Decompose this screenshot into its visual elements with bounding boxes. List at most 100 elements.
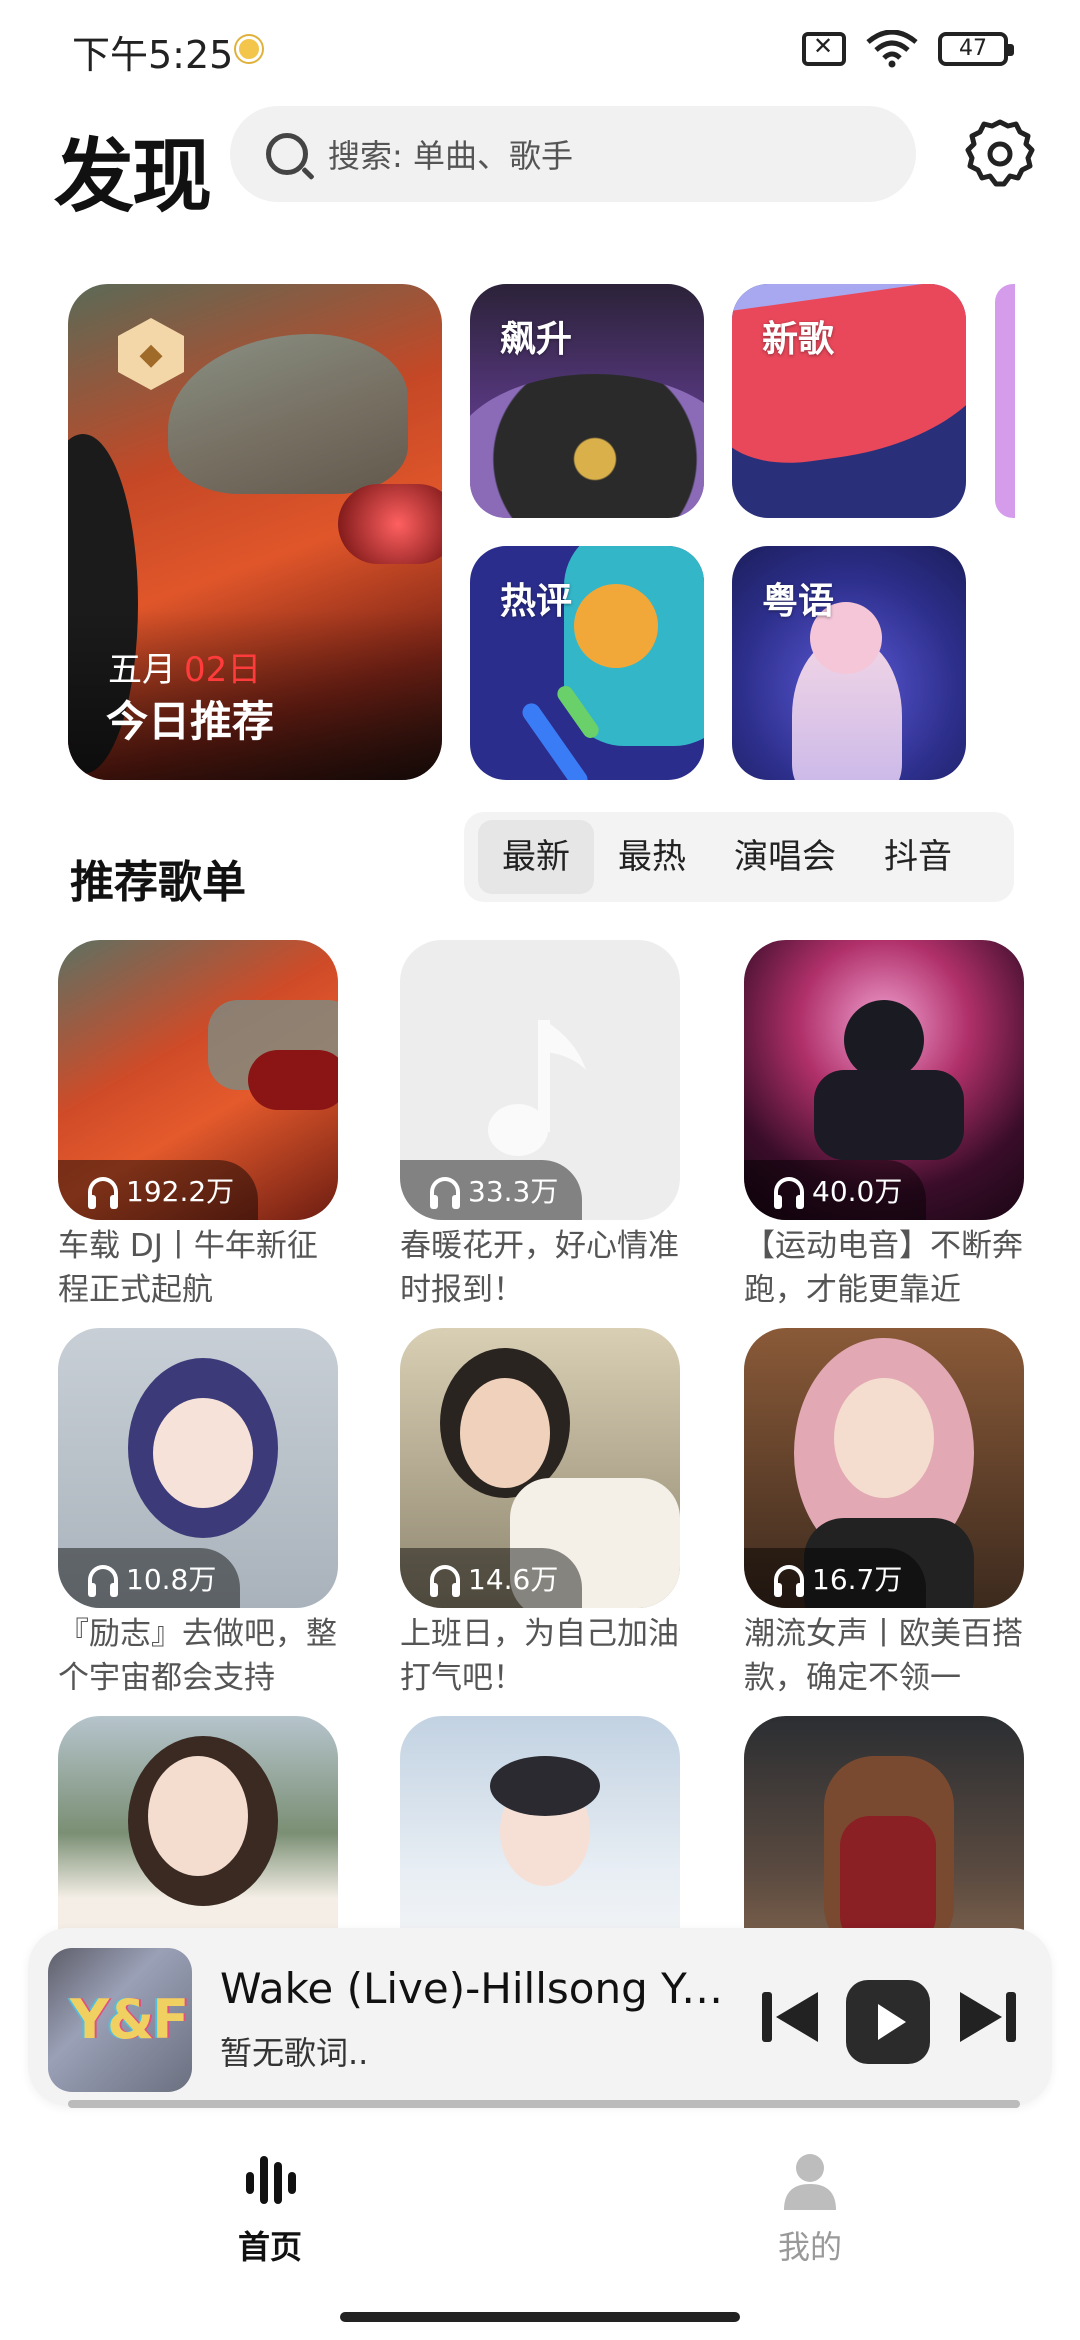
diamond-badge-icon: ◆ <box>118 318 184 390</box>
chart-tile-cantonese[interactable]: 粤语 <box>732 546 966 780</box>
playlist-cover: 40.0万 <box>744 940 1024 1220</box>
wifi-icon <box>866 30 918 68</box>
daily-title: 今日推荐 <box>106 697 275 746</box>
turntable-image <box>470 374 704 518</box>
chart-tile-rising[interactable]: 飙升 <box>470 284 704 518</box>
settings-gear-icon[interactable] <box>962 116 1038 192</box>
play-count-value: 10.8万 <box>126 1563 217 1596</box>
headphone-icon <box>430 1177 460 1209</box>
cover-face <box>153 1398 253 1508</box>
section-title: 推荐歌单 <box>70 857 246 908</box>
play-count: 33.3万 <box>400 1160 583 1220</box>
now-playing-cover-text: Y&F <box>70 1988 189 2051</box>
now-playing-title: Wake (Live)-Hillsong Yo... <box>220 1964 740 2013</box>
headphone-icon <box>430 1565 460 1597</box>
daily-month: 五月 <box>108 650 176 690</box>
now-playing-cover: Y&F <box>48 1948 192 2092</box>
play-count-value: 16.7万 <box>812 1563 903 1596</box>
headphone-icon <box>88 1565 118 1597</box>
nav-home-label: 首页 <box>237 2228 302 2266</box>
cover-face <box>460 1378 550 1488</box>
no-sim-icon <box>802 32 846 66</box>
playlist-card[interactable]: 14.6万 上班日，为自己加油打气吧！ <box>400 1328 680 1700</box>
tab-concert[interactable]: 演唱会 <box>710 820 860 894</box>
play-button[interactable] <box>846 1980 930 2064</box>
gesture-home-bar[interactable] <box>340 2312 740 2322</box>
tile-label-cantonese: 粤语 <box>762 581 835 622</box>
nav-me[interactable]: 我的 <box>760 2150 860 2268</box>
play-count: 14.6万 <box>400 1548 583 1608</box>
playlist-card[interactable]: 10.8万 『励志』去做吧，整个宇宙都会支持 <box>58 1328 338 1700</box>
play-count-value: 192.2万 <box>126 1175 235 1208</box>
headphone-icon <box>88 1177 118 1209</box>
playlist-title: 【运动电音】不断奔跑，才能更靠近 <box>744 1228 1023 1308</box>
playlist-card[interactable]: 192.2万 车载 DJ丨牛年新征程正式起航 <box>58 940 338 1312</box>
cover-face <box>834 1378 934 1498</box>
daily-date: 五月 02日 <box>108 642 261 691</box>
playlist-card[interactable]: 16.7万 潮流女声丨欧美百搭款，确定不领一 <box>744 1328 1024 1700</box>
playlist-cover: 10.8万 <box>58 1328 338 1608</box>
chart-tile-peek[interactable] <box>995 284 1015 518</box>
playlist-title: 上班日，为自己加油打气吧！ <box>400 1616 679 1696</box>
play-count: 10.8万 <box>58 1548 241 1608</box>
play-count: 16.7万 <box>744 1548 927 1608</box>
tab-douyin[interactable]: 抖音 <box>860 820 976 894</box>
play-count-value: 33.3万 <box>468 1175 559 1208</box>
status-bar: 下午5:25 47 <box>0 0 1080 96</box>
daily-day: 02日 <box>184 650 262 690</box>
playlist-tabs: 最新 最热 演唱会 抖音 <box>464 812 1014 902</box>
cover-face <box>148 1756 248 1876</box>
tab-latest[interactable]: 最新 <box>478 820 594 894</box>
playlist-card[interactable]: 40.0万 【运动电音】不断奔跑，才能更靠近 <box>744 940 1024 1312</box>
clock-app-icon <box>236 36 262 62</box>
status-icons: 47 <box>802 30 1014 68</box>
tile-label-rising: 飙升 <box>500 319 573 360</box>
play-count: 192.2万 <box>58 1160 259 1220</box>
chart-tile-hot-comments[interactable]: 热评 <box>470 546 704 780</box>
playlist-cover: 16.7万 <box>744 1328 1024 1608</box>
play-count-value: 14.6万 <box>468 1563 559 1596</box>
nav-home[interactable]: 首页 <box>220 2150 320 2268</box>
tile-label-hot-comments: 热评 <box>500 581 573 622</box>
playlist-title: 潮流女声丨欧美百搭款，确定不领一 <box>744 1616 1023 1696</box>
page-title: 发现 <box>54 130 212 223</box>
now-playing-lyric: 暂无歌词.. <box>220 2034 369 2072</box>
battery-icon: 47 <box>938 32 1014 66</box>
play-count-value: 40.0万 <box>812 1175 903 1208</box>
bottom-nav: 首页 我的 <box>0 2120 1080 2340</box>
playlist-cover: 14.6万 <box>400 1328 680 1608</box>
search-icon <box>266 133 308 175</box>
status-time: 下午5:25 <box>72 33 234 77</box>
playlist-title: 春暖花开，好心情准时报到！ <box>400 1228 679 1308</box>
play-count: 40.0万 <box>744 1160 927 1220</box>
playback-progress-bar[interactable] <box>68 2100 1020 2108</box>
user-icon <box>784 2154 836 2210</box>
music-note-icon <box>488 1020 586 1156</box>
previous-track-icon[interactable] <box>758 1984 824 2050</box>
search-input[interactable]: 搜索: 单曲、歌手 <box>230 106 916 202</box>
car-window <box>168 334 408 494</box>
playlist-title: 车载 DJ丨牛年新征程正式起航 <box>58 1228 318 1308</box>
playlist-card[interactable]: 33.3万 春暖花开，好心情准时报到！ <box>400 940 680 1312</box>
tile-sun <box>574 584 658 668</box>
cover-figure-body <box>814 1070 964 1160</box>
playlist-cover: 33.3万 <box>400 940 680 1220</box>
headphone-icon <box>774 1177 804 1209</box>
search-placeholder: 搜索: 单曲、歌手 <box>328 137 573 175</box>
nav-me-label: 我的 <box>777 2228 842 2266</box>
cover-hair <box>490 1756 600 1816</box>
playlist-title: 『励志』去做吧，整个宇宙都会支持 <box>58 1616 337 1696</box>
headphone-icon <box>774 1565 804 1597</box>
cover-figure-head <box>844 1000 924 1080</box>
cover-tank-top <box>840 1816 936 1946</box>
playlist-cover: 192.2万 <box>58 940 338 1220</box>
home-equalizer-icon <box>246 2156 296 2204</box>
mini-player[interactable]: Y&F Wake (Live)-Hillsong Yo... 暂无歌词.. <box>28 1928 1052 2106</box>
chart-tile-new[interactable]: 新歌 <box>732 284 966 518</box>
tile-label-new: 新歌 <box>762 319 835 360</box>
cover-shape <box>248 1050 338 1110</box>
daily-recommend-card[interactable]: ◆ 五月 02日 今日推荐 <box>68 284 442 780</box>
car-taillight <box>338 484 442 564</box>
tab-hottest[interactable]: 最热 <box>594 820 710 894</box>
next-track-icon[interactable] <box>954 1984 1020 2050</box>
